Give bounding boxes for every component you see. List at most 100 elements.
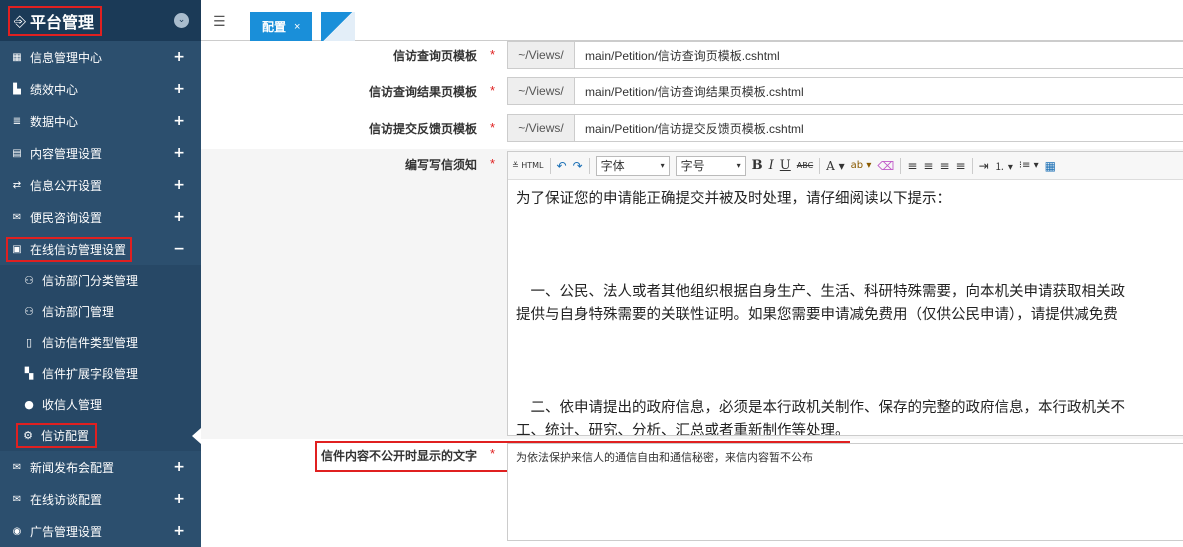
field-label: 编写写信须知 <box>404 158 477 172</box>
expand-icon[interactable]: + <box>173 81 185 97</box>
sidebar-subitem-label: 收信人管理 <box>42 398 103 412</box>
sidebar-item-label: 信息公开设置 <box>30 178 103 193</box>
form-row-hidden-text: 信件内容不公开时显示的文字 * 为依法保护来信人的通信自由和通信秘密，来信内容暂… <box>201 439 1183 547</box>
sidebar-item-press-conference[interactable]: ✉ 新闻发布会配置 + <box>0 451 201 483</box>
collapse-toggle-icon[interactable]: ⌄ <box>174 13 189 28</box>
sidebar: ⎆ 平台管理 ⌄ ▦ 信息管理中心 + ▙ 绩效中心 + ≣ 数据中心 + ▤ … <box>0 0 201 547</box>
path-prefix: ~/Views/ <box>507 41 575 69</box>
eraser-icon[interactable]: ⌫ <box>877 159 894 173</box>
font-family-select[interactable]: 字体 ▾ <box>595 155 670 176</box>
collapse-icon[interactable]: − <box>173 241 185 257</box>
sidebar-subitem-petition-config[interactable]: ⚙ 信访配置 <box>0 420 201 451</box>
sidebar-subitem-label: 信访信件类型管理 <box>42 336 139 350</box>
sidebar-item-info-center[interactable]: ▦ 信息管理中心 + <box>0 41 201 73</box>
field-label: 信件内容不公开时显示的文字 <box>321 449 478 463</box>
hidden-text-textarea[interactable]: 为依法保护来信人的通信自由和通信秘密，来信内容暂不公布 <box>507 443 1183 541</box>
editor-paragraph: 一、公民、法人或者其他组织根据自身生产、生活、科研特殊需要，向本机关申请获取相关… <box>516 284 1125 300</box>
toolbar-separator <box>900 157 902 174</box>
feedback-template-input[interactable]: main/Petition/信访提交反馈页模板.cshtml <box>575 114 1183 142</box>
close-icon[interactable]: × <box>294 21 300 33</box>
sitemap-icon: ⚇ <box>24 305 34 318</box>
path-prefix: ~/Views/ <box>507 114 575 142</box>
sidebar-item-consultation[interactable]: ✉ 便民咨询设置 + <box>0 201 201 233</box>
envelope-icon: ✉ <box>12 493 22 505</box>
query-template-input[interactable]: main/Petition/信访查询页模板.cshtml <box>575 41 1183 69</box>
expand-icon[interactable]: + <box>173 209 185 225</box>
caret-down-icon: ▾ <box>660 161 665 170</box>
underline-button[interactable]: U <box>780 158 791 173</box>
expand-icon[interactable]: + <box>173 523 185 539</box>
hidden-text-value: 为依法保护来信人的通信自由和通信秘密，来信内容暂不公布 <box>516 452 813 464</box>
cog-icon: ⚙ <box>23 429 33 442</box>
top-bar: ☰ 配置 × <box>201 0 1183 41</box>
redo-icon[interactable]: ↷ <box>573 159 583 173</box>
file-text-icon: ▯ <box>25 336 33 349</box>
brand-title: 平台管理 <box>30 14 95 32</box>
font-size-select[interactable]: 字号 ▾ <box>675 155 746 176</box>
result-template-input[interactable]: main/Petition/信访查询结果页模板.cshtml <box>575 77 1183 105</box>
expand-icon[interactable]: + <box>173 113 185 129</box>
align-center-icon[interactable]: ≡ <box>923 159 933 173</box>
feedback-template-field: ~/Views/ main/Petition/信访提交反馈页模板.cshtml <box>507 114 1183 142</box>
tab-decoration <box>321 12 355 41</box>
bold-button[interactable]: B <box>752 158 763 173</box>
expand-icon[interactable]: + <box>173 49 185 65</box>
result-template-field: ~/Views/ main/Petition/信访查询结果页模板.cshtml <box>507 77 1183 105</box>
italic-button[interactable]: I <box>769 158 774 173</box>
form-row-query-template: 信访查询页模板 * ~/Views/ main/Petition/信访查询页模板… <box>201 41 1183 69</box>
form-row-feedback-template: 信访提交反馈页模板 * ~/Views/ main/Petition/信访提交反… <box>201 114 1183 142</box>
toolbar-separator <box>549 157 551 174</box>
caret-down-icon: ▾ <box>736 161 741 170</box>
unordered-list-button[interactable]: ⁝≡ ▾ <box>1019 160 1039 171</box>
expand-icon[interactable]: + <box>173 459 185 475</box>
ordered-list-button[interactable]: ⒈ ▾ <box>995 158 1013 173</box>
sidebar-subitem-label: 信访配置 <box>41 429 90 443</box>
strikethrough-button[interactable]: ABC <box>797 161 813 170</box>
menu-icon[interactable]: ☰ <box>213 14 226 30</box>
required-mark: * <box>490 446 496 461</box>
grid-icon: ▦ <box>12 51 22 63</box>
sidebar-item-ad-settings[interactable]: ◉ 广告管理设置 + <box>0 515 201 547</box>
font-color-button[interactable]: A ▾ <box>826 159 845 173</box>
editor-content[interactable]: 为了保证您的申请能正确提交并被及时处理，请仔细阅读以下提示： 一、公民、法人或者… <box>508 180 1183 435</box>
query-template-field: ~/Views/ main/Petition/信访查询页模板.cshtml <box>507 41 1183 69</box>
sidebar-item-online-interview[interactable]: ✉ 在线访谈配置 + <box>0 483 201 515</box>
sidebar-item-content-settings[interactable]: ▤ 内容管理设置 + <box>0 137 201 169</box>
highlight-color-button[interactable]: ab ▾ <box>851 160 872 171</box>
expand-icon[interactable]: + <box>173 177 185 193</box>
justify-icon[interactable]: ≡ <box>956 159 966 173</box>
sidebar-subitem-label: 信访部门分类管理 <box>42 274 139 288</box>
sidebar-item-label: 便民咨询设置 <box>30 210 103 225</box>
sidebar-item-label: 内容管理设置 <box>30 146 103 161</box>
required-mark: * <box>490 47 496 62</box>
sidebar-item-info-disclosure[interactable]: ⇄ 信息公开设置 + <box>0 169 201 201</box>
platform-management-title[interactable]: ⎆ 平台管理 <box>8 5 103 36</box>
platform-icon: ⎆ <box>14 11 27 30</box>
indent-icon[interactable]: ⇥ <box>979 159 989 173</box>
align-right-icon[interactable]: ≡ <box>939 159 949 173</box>
sidebar-subitem-letter-type[interactable]: ▯ 信访信件类型管理 <box>0 327 201 358</box>
sidebar-subitem-dept[interactable]: ⚇ 信访部门管理 <box>0 296 201 327</box>
sidebar-subitem-label: 信件扩展字段管理 <box>42 367 139 381</box>
tab-config[interactable]: 配置 × <box>250 12 313 41</box>
expand-icon[interactable]: + <box>173 145 185 161</box>
sidebar-subitem-recipient[interactable]: ● 收信人管理 <box>0 389 201 420</box>
field-label: 信访查询结果页模板 <box>368 85 477 99</box>
editor-paragraph: 为了保证您的申请能正确提交并被及时处理，请仔细阅读以下提示： <box>516 191 951 207</box>
expand-icon[interactable]: + <box>173 491 185 507</box>
sidebar-item-performance[interactable]: ▙ 绩效中心 + <box>0 73 201 105</box>
sidebar-item-data-center[interactable]: ≣ 数据中心 + <box>0 105 201 137</box>
sidebar-item-petition-settings[interactable]: ▣ 在线信访管理设置 − <box>0 233 201 265</box>
rich-text-editor[interactable]: ≚ HTML ↶ ↷ 字体 ▾ 字号 ▾ B I U ABC A ▾ ab ▾ ⌫ … <box>507 151 1183 436</box>
sidebar-subitem-ext-fields[interactable]: ▚ 信件扩展字段管理 <box>0 358 201 389</box>
toolbar-separator <box>819 157 821 174</box>
table-icon[interactable]: ▦ <box>1045 159 1056 173</box>
align-left-icon[interactable]: ≡ <box>907 159 917 173</box>
sidebar-item-label: 数据中心 <box>30 114 79 129</box>
sidebar-subitem-dept-category[interactable]: ⚇ 信访部门分类管理 <box>0 265 201 296</box>
ad-icon: ◉ <box>12 525 22 537</box>
html-source-button[interactable]: ≚ HTML <box>512 161 544 170</box>
undo-icon[interactable]: ↶ <box>557 159 567 173</box>
required-mark: * <box>490 120 496 135</box>
